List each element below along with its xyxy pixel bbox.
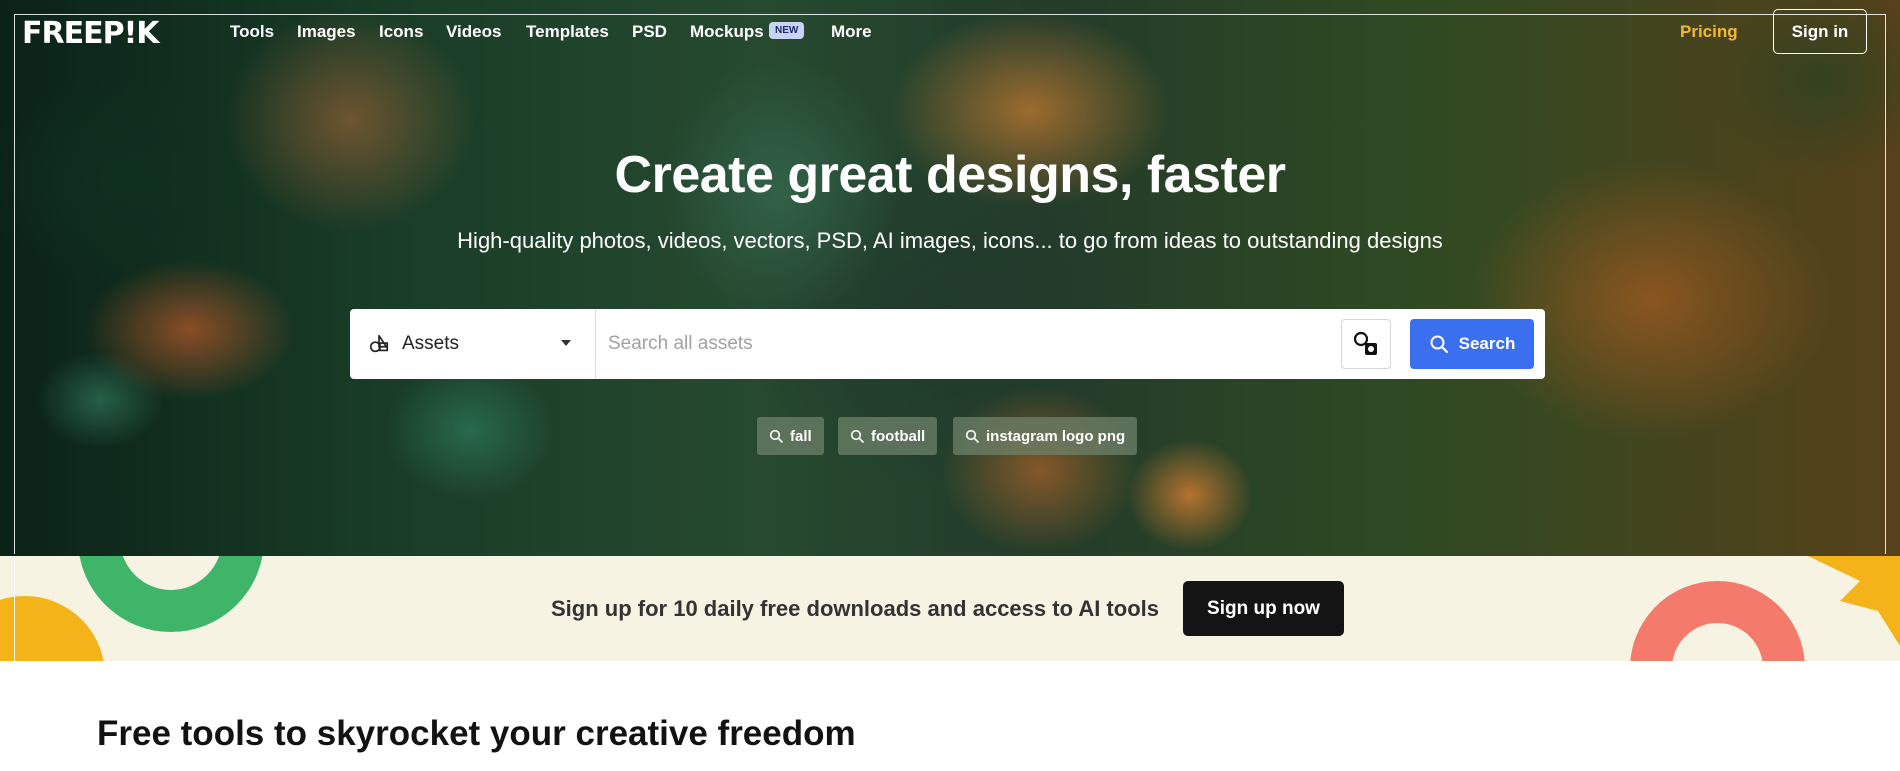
nav-item-more[interactable]: More xyxy=(831,22,872,42)
decorative-ring xyxy=(78,556,264,632)
signup-banner: Sign up for 10 daily free downloads and … xyxy=(0,556,1900,661)
new-badge: NEW xyxy=(769,22,805,39)
nav-item-images[interactable]: Images xyxy=(297,22,356,42)
pricing-link[interactable]: Pricing xyxy=(1680,22,1738,42)
nav-item-mockups[interactable]: Mockups xyxy=(690,22,764,42)
hero-section: FREEP!K Tools Images Icons Videos Templa… xyxy=(0,0,1900,556)
hero-subtitle: High-quality photos, videos, vectors, PS… xyxy=(457,228,1443,253)
signup-banner-text: Sign up for 10 daily free downloads and … xyxy=(551,596,1159,621)
assets-icon xyxy=(369,334,389,353)
tag-label: fall xyxy=(790,427,812,445)
tag-label: instagram logo png xyxy=(986,427,1126,445)
asset-type-label: Assets xyxy=(402,333,460,354)
tag-label: football xyxy=(871,427,926,445)
search-button-label: Search xyxy=(1458,334,1516,353)
search-icon xyxy=(850,429,864,443)
suggested-tag-fall[interactable]: fall xyxy=(757,417,824,455)
nav-item-templates[interactable]: Templates xyxy=(526,22,609,42)
freepik-logo[interactable]: FREEP!K xyxy=(22,16,159,51)
nav-item-tools[interactable]: Tools xyxy=(230,22,274,42)
banner-frame-line xyxy=(14,556,15,661)
image-search-icon xyxy=(1353,331,1377,355)
suggested-tag-football[interactable]: football xyxy=(838,417,938,455)
hero-background-overlay xyxy=(0,0,1900,556)
nav-item-psd[interactable]: PSD xyxy=(632,22,667,42)
sign-in-button[interactable]: Sign in xyxy=(1773,9,1867,54)
image-search-button[interactable] xyxy=(1341,319,1391,369)
search-icon xyxy=(1430,335,1448,354)
search-bar: Assets Search xyxy=(350,309,1545,379)
decorative-star xyxy=(1808,556,1900,646)
nav-item-icons[interactable]: Icons xyxy=(379,22,423,42)
search-icon xyxy=(769,429,783,443)
search-button[interactable]: Search xyxy=(1410,319,1534,369)
search-input[interactable] xyxy=(608,327,1168,361)
suggested-tag-instagram-logo-png[interactable]: instagram logo png xyxy=(953,417,1138,455)
decorative-circle xyxy=(0,596,105,661)
chevron-down-icon xyxy=(561,340,571,346)
search-icon xyxy=(965,429,979,443)
hero-title: Create great designs, faster xyxy=(614,146,1286,204)
nav-item-videos[interactable]: Videos xyxy=(446,22,501,42)
sign-up-now-button[interactable]: Sign up now xyxy=(1183,581,1344,636)
decorative-ring xyxy=(1630,581,1805,661)
section-title: Free tools to skyrocket your creative fr… xyxy=(97,714,856,753)
asset-type-dropdown[interactable]: Assets xyxy=(350,309,596,379)
top-nav: FREEP!K Tools Images Icons Videos Templa… xyxy=(0,0,1900,64)
